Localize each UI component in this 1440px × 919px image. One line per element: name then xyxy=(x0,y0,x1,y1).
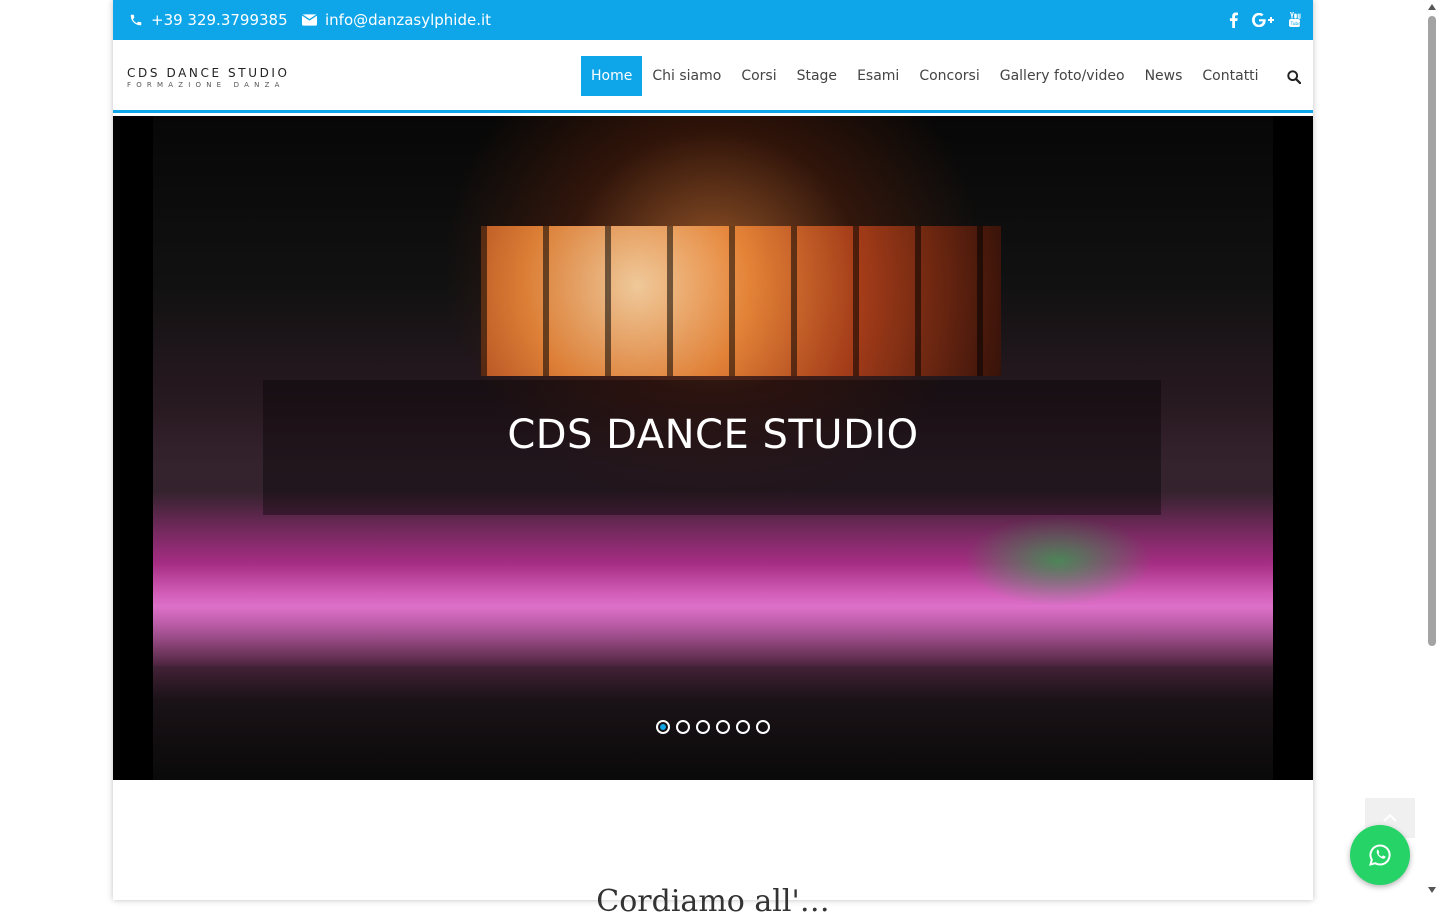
nav-item-contatti[interactable]: Contatti xyxy=(1192,56,1268,96)
svg-text:Tube: Tube xyxy=(1290,21,1302,27)
chevron-up-icon xyxy=(1383,813,1397,822)
nav-item-concorsi[interactable]: Concorsi xyxy=(909,56,989,96)
section-title: Cordiamo all'… xyxy=(596,884,830,919)
nav-item-gallery[interactable]: Gallery foto/video xyxy=(990,56,1135,96)
social-links: Tube xyxy=(1229,0,1301,40)
search-icon xyxy=(1287,70,1302,85)
logo-subtitle: FORMAZIONE DANZA xyxy=(127,81,285,89)
youtube-icon[interactable]: Tube xyxy=(1288,12,1301,28)
nav-item-esami[interactable]: Esami xyxy=(847,56,909,96)
whatsapp-icon xyxy=(1369,844,1391,866)
hero-caption: CDS DANCE STUDIO xyxy=(507,412,919,458)
scroll-down-arrow-icon[interactable] xyxy=(1428,887,1436,893)
slider-dot[interactable] xyxy=(716,720,730,734)
phone-number: +39 329.3799385 xyxy=(151,11,288,29)
site-header: CDS DANCE STUDIO FORMAZIONE DANZA Home C… xyxy=(113,40,1313,113)
phone-icon xyxy=(130,14,142,26)
slider-dot[interactable] xyxy=(656,720,670,734)
search-button[interactable] xyxy=(1287,69,1303,85)
scrollbar-thumb[interactable] xyxy=(1428,16,1436,646)
facebook-icon[interactable] xyxy=(1229,12,1238,28)
slider-dot[interactable] xyxy=(696,720,710,734)
nav-item-stage[interactable]: Stage xyxy=(787,56,847,96)
top-contact-bar: +39 329.3799385 info@danzasylphide.it Tu… xyxy=(113,0,1313,40)
slider-dot[interactable] xyxy=(756,720,770,734)
email-address: info@danzasylphide.it xyxy=(325,11,492,29)
stage-led-wall xyxy=(481,226,1001,376)
site-logo[interactable]: CDS DANCE STUDIO FORMAZIONE DANZA xyxy=(127,66,290,89)
hero-slider[interactable]: CDS DANCE STUDIO xyxy=(113,116,1313,780)
nav-item-chi-siamo[interactable]: Chi siamo xyxy=(642,56,731,96)
email-link[interactable]: info@danzasylphide.it xyxy=(302,0,491,40)
logo-title: CDS DANCE STUDIO xyxy=(127,66,290,80)
slider-dot[interactable] xyxy=(676,720,690,734)
google-plus-icon[interactable] xyxy=(1252,13,1274,27)
nav-item-news[interactable]: News xyxy=(1135,56,1193,96)
page-scrollbar[interactable] xyxy=(1424,0,1440,900)
envelope-icon xyxy=(302,14,317,26)
nav-item-corsi[interactable]: Corsi xyxy=(731,56,786,96)
page-container: +39 329.3799385 info@danzasylphide.it Tu… xyxy=(113,0,1313,919)
slider-dot[interactable] xyxy=(736,720,750,734)
slider-dots xyxy=(113,720,1313,734)
scroll-up-arrow-icon[interactable] xyxy=(1428,4,1436,10)
whatsapp-button[interactable] xyxy=(1350,825,1410,885)
nav-item-home[interactable]: Home xyxy=(581,56,643,96)
main-nav: Home Chi siamo Corsi Stage Esami Concors… xyxy=(581,56,1269,96)
green-costumes xyxy=(963,516,1153,606)
phone-link[interactable]: +39 329.3799385 xyxy=(129,0,288,40)
